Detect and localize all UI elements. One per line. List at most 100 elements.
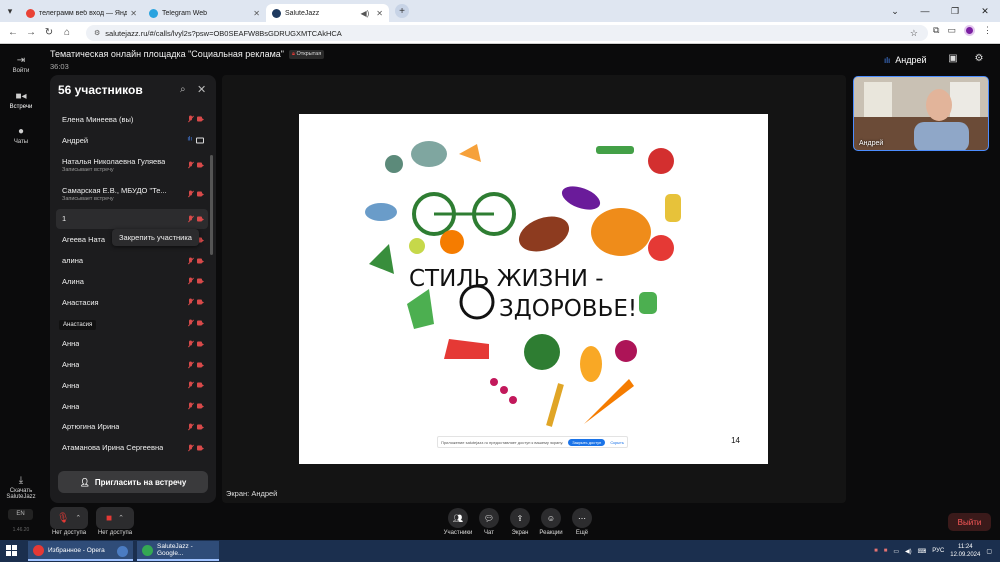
pin-participant-tooltip[interactable]: Закрепить участника (112, 229, 199, 246)
bookmark-star-icon[interactable]: ☆ (910, 28, 918, 39)
participant-row[interactable]: Анна (56, 375, 208, 396)
participants-button[interactable]: 👥︎ (448, 508, 468, 528)
home-icon[interactable]: ⌂ (58, 27, 76, 38)
extensions-icon[interactable]: ⧉ (933, 25, 939, 36)
speaker-icon[interactable]: ◀) (905, 548, 912, 555)
lock-icon: 🔒︎ (292, 50, 295, 57)
open-badge-text: Открытая (296, 50, 322, 57)
mic-toggle[interactable]: 🎙︎ ⌃ (50, 507, 88, 529)
bowl-icon (365, 203, 397, 221)
participant-row[interactable]: 1 (56, 208, 208, 230)
stop-sharing-button[interactable]: Закрыть доступ (568, 438, 606, 446)
rail-label: Скачать SaluteJazz (6, 488, 36, 500)
spinach-icon (407, 289, 434, 329)
yandex-icon (26, 8, 35, 18)
site-info-icon[interactable]: ⚙ (94, 29, 100, 37)
screen-share-icon: ⇪ (516, 513, 524, 523)
participant-row[interactable]: Анна (56, 333, 208, 354)
taskbar-app[interactable] (112, 541, 134, 561)
close-window-icon[interactable]: ✕ (970, 0, 1000, 22)
sidebar-icon[interactable]: ▭ (947, 25, 956, 36)
mic-off-icon (187, 161, 193, 169)
speaker-icon[interactable]: ◀) (360, 9, 369, 18)
clock[interactable]: 11:24 12.09.2024 (950, 543, 980, 559)
close-icon[interactable]: ✕ (253, 9, 260, 18)
back-icon[interactable]: ← (4, 27, 22, 38)
forward-icon[interactable]: → (22, 27, 40, 38)
windows-start-icon[interactable] (6, 545, 18, 557)
close-icon[interactable]: ✕ (197, 83, 206, 96)
chat-button[interactable]: 💬︎ (479, 508, 499, 528)
open-badge: 🔒︎ Открытая (289, 49, 325, 59)
participant-row[interactable]: Андрей ılı (56, 130, 208, 151)
participant-row[interactable]: Алина (56, 271, 208, 292)
participant-status-icons (187, 340, 204, 347)
rail-download[interactable]: ⤓ Скачать SaluteJazz (0, 475, 42, 500)
taskbar-chrome[interactable]: SaluteJazz - Google... (137, 541, 219, 561)
participant-row[interactable]: Самарская Е.В., МБУДО "Те... Записывает в… (56, 180, 208, 209)
share-banner-text: Приложение salutejazz.ru предоставляет д… (441, 439, 564, 445)
chevron-up-icon[interactable]: ⌃ (118, 514, 124, 522)
close-icon[interactable]: ✕ (376, 9, 383, 18)
participants-icon: 👥︎ (452, 513, 464, 523)
search-icon[interactable]: ⌕ (180, 84, 186, 95)
camera-off-icon (197, 341, 204, 347)
menu-icon[interactable]: ⋮ (983, 25, 992, 36)
keyboard-icon[interactable]: ⌨ (918, 548, 927, 555)
language-indicator[interactable]: РУС (932, 548, 944, 554)
participant-video-tile[interactable]: Андрей (853, 76, 989, 151)
settings-gear-icon[interactable]: ⚙ (972, 53, 986, 65)
tab-list-icon[interactable]: ▾ (0, 0, 20, 22)
restore-icon[interactable]: ❐ (940, 0, 970, 22)
address-bar[interactable]: ⚙ salutejazz.ru/#/calls/lvyl2s?psw=OB0SE… (86, 25, 928, 41)
participant-row[interactable]: Атаманова Ирина Сергеевна (56, 437, 208, 458)
url-text: salutejazz.ru/#/calls/lvyl2s?psw=OB0SEAF… (105, 28, 342, 38)
participant-status-icons (187, 423, 204, 430)
camera-off-icon (197, 445, 204, 451)
more-button[interactable]: ⋯ (572, 508, 592, 528)
browser-tab-telegram[interactable]: Telegram Web ✕ (143, 4, 266, 22)
close-icon[interactable]: ✕ (130, 9, 137, 18)
tray-app-icon[interactable]: ■ (884, 548, 888, 554)
rail-chats[interactable]: ● Чаты (0, 126, 42, 145)
profile-avatar[interactable] (964, 25, 975, 36)
browser-toolbar: ← → ↻ ⌂ ⚙ salutejazz.ru/#/calls/lvyl2s?p… (0, 22, 1000, 44)
mic-off-icon (187, 215, 193, 222)
tray-app-icon[interactable]: ■ (874, 548, 878, 554)
layout-icon[interactable]: ▣ (946, 53, 960, 65)
notifications-icon[interactable]: ▢ (986, 548, 992, 555)
reactions-button[interactable]: ☺ (541, 508, 561, 528)
browser-actions: ⧉ ▭ ⋮ (933, 25, 992, 36)
pomegranate-icon (615, 340, 637, 362)
video-icon: ■◂ (15, 91, 27, 102)
participant-row[interactable]: алина (56, 250, 208, 271)
camera-toggle[interactable]: ■ ⌃ (96, 507, 134, 529)
scrollbar[interactable] (210, 155, 213, 255)
language-switch[interactable]: EN (8, 509, 33, 520)
rail-meetings[interactable]: ■◂ Встречи (0, 91, 42, 110)
participant-row[interactable]: Наталья Николаевна Гуляева Записывает вст… (56, 151, 208, 180)
network-icon[interactable]: ▭ (893, 548, 899, 555)
dropdown-icon[interactable]: ⌄ (880, 0, 910, 22)
reload-icon[interactable]: ↻ (40, 27, 58, 38)
camera-off-icon (197, 299, 204, 306)
participant-row[interactable]: Анастасия (56, 292, 208, 313)
app-version: 1.46.20 (12, 527, 30, 533)
participant-row[interactable]: Елена Минеева (вы) (56, 109, 208, 130)
new-tab-button[interactable]: + (395, 4, 409, 18)
browser-tab-yandex[interactable]: телеграмм веб вход — Яндекс... ✕ (20, 4, 143, 22)
chevron-up-icon[interactable]: ⌃ (75, 514, 81, 522)
invite-button[interactable]: 👤︎ Пригласить на встречу (58, 471, 208, 493)
speaker-header: ılı Андрей (884, 55, 927, 65)
minimize-icon[interactable]: — (910, 0, 940, 22)
mic-off-icon (187, 115, 193, 123)
participant-row[interactable]: Анна (56, 396, 208, 417)
camera-off-icon (197, 116, 204, 123)
hide-link[interactable]: Скрыть (610, 440, 624, 445)
participant-row[interactable]: Артюгина Ирина (56, 417, 208, 438)
participant-row[interactable]: Анна (56, 354, 208, 375)
screen-share-button[interactable]: ⇪ (510, 508, 530, 528)
browser-tab-salutejazz[interactable]: SaluteJazz ◀) ✕ (266, 4, 389, 22)
rail-login[interactable]: ⇥ Войти (0, 55, 42, 74)
leave-button[interactable]: Выйти (948, 513, 991, 531)
